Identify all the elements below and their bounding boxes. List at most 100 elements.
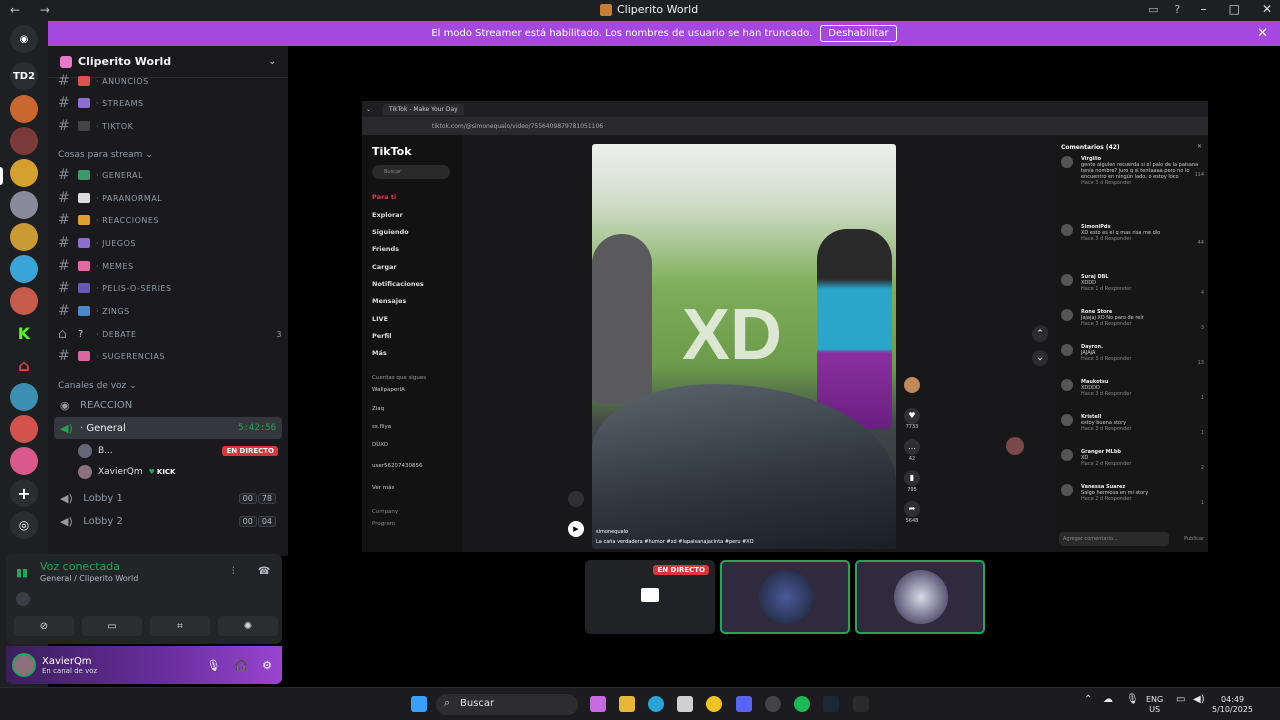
tiktok-nav-item[interactable]: Notificaciones [372,280,424,288]
minimize-button[interactable]: – [1201,2,1207,16]
noise-suppression-icon[interactable]: ⫶ [232,566,235,577]
app-icon[interactable] [765,696,781,712]
discord-icon[interactable] [736,696,752,712]
followed-account[interactable]: WallpaperIA [372,387,405,393]
steam-icon[interactable] [823,696,839,712]
clock[interactable]: 04:49 5/10/2025 [1212,695,1253,715]
chevron-down-icon[interactable]: ⌄ [1032,350,1048,366]
input-language[interactable]: ENG US [1146,695,1163,715]
copilot-icon[interactable] [590,696,606,712]
activity-icon[interactable] [16,592,30,606]
category-cosas-para-stream[interactable]: Cosas para stream ⌄ [58,150,153,160]
server-icon[interactable] [10,191,38,219]
browser-address-bar[interactable]: tiktok.com/@simonequalo/video/7556409879… [362,117,1208,135]
tiktok-video[interactable]: XD simonequalo La caña verdadera #humor … [592,144,896,549]
network-icon[interactable]: ▭ [1176,695,1185,705]
author-avatar[interactable] [904,377,920,393]
server-icon[interactable] [10,287,38,315]
comment-meta[interactable]: Hace 1 d Responder [1081,286,1206,292]
avatar[interactable] [1061,414,1073,426]
followed-account[interactable]: user56207430856 [372,463,423,469]
comment-meta[interactable]: Hace 2 d Responder [1081,496,1206,502]
disconnect-icon[interactable]: ☎ [258,566,270,577]
comment-meta[interactable]: Hace 3 d Responder [1081,236,1206,242]
voice-channel-general[interactable]: ◀) · General 5:42:56 [54,417,282,439]
play-icon[interactable]: ▶ [568,521,584,537]
tiktok-nav-item[interactable]: Explorar [372,211,403,219]
history-nav[interactable]: ← → [10,3,58,17]
comment-icon[interactable]: … [904,439,920,455]
stream-tile[interactable]: EN DIRECTO [585,560,715,634]
voice-channel-lobby-2[interactable]: ◀) Lobby 2 00 04 [54,510,282,532]
tiktok-logo[interactable]: TikTok [372,145,412,158]
participant-tile[interactable] [720,560,850,634]
comment-like-count[interactable]: 3 [1201,325,1204,331]
channel-tiktok[interactable]: # · TIKTOK [58,115,282,137]
comment-meta[interactable]: Hace 3 d Responder [1081,391,1206,397]
tiktok-nav-item[interactable]: Cargar [372,263,397,271]
channel-zings[interactable]: # · ZINGS [58,300,282,322]
tab-list-icon[interactable]: ⌄ [366,106,371,113]
channel-memes[interactable]: # · MEMES [58,255,282,277]
kick-server-icon[interactable]: K [10,319,38,347]
channel-paranormal[interactable]: # · PARANORMAL [58,187,282,209]
epic-games-icon[interactable] [853,696,869,712]
voice-channel-lobby-1[interactable]: ◀) Lobby 1 00 78 [54,487,282,509]
help-icon[interactable]: ? [1174,3,1180,16]
server-icon[interactable] [10,95,38,123]
server-icon[interactable] [10,255,38,283]
tiktok-nav-item[interactable]: Friends [372,245,399,253]
disable-streamer-mode-button[interactable]: Deshabilitar [820,25,897,42]
avatar[interactable] [1061,484,1073,496]
comment-meta[interactable]: Hace 3 d Responder [1081,356,1206,362]
avatar[interactable] [1061,449,1073,461]
channel-juegos[interactable]: # · JUEGOS [58,232,282,254]
inbox-icon[interactable]: ▭ [1148,3,1158,16]
avatar[interactable] [1061,379,1073,391]
channel-streams[interactable]: # · STREAMS [58,92,282,114]
server-icon[interactable] [10,127,38,155]
tiktok-nav-item[interactable]: Mensajes [372,297,406,305]
tiktok-nav-item[interactable]: Más [372,349,387,357]
server-cliperito-world[interactable] [10,159,38,187]
server-icon[interactable]: ⌂ [10,351,38,379]
followed-account[interactable]: DUXO [372,442,388,448]
voice-user[interactable]: B... EN DIRECTO [78,441,278,461]
server-td2[interactable]: TD2 [10,62,38,90]
participant-tile[interactable] [855,560,985,634]
taskbar-search[interactable]: Buscar [436,694,578,715]
comment-input[interactable]: Agregar comentario... [1059,532,1169,546]
post-button[interactable]: Publicar [1184,536,1204,542]
footer-link[interactable]: Company [372,509,398,515]
channel-anuncios[interactable]: # · ANUNCIOS [58,70,282,92]
channel-sugerencias[interactable]: # · SUGERENCIAS [58,345,282,367]
share-icon[interactable]: ➦ [904,501,920,517]
signal-icon[interactable]: ▮▮ [16,566,28,579]
comment-like-count[interactable]: 1 [1201,430,1204,436]
comment-like-count[interactable]: 114 [1194,172,1204,178]
comment-like-count[interactable]: 44 [1198,240,1204,246]
avatar[interactable] [1061,224,1073,236]
chevron-down-icon[interactable]: ⌄ [268,57,276,67]
headphones-icon[interactable]: 🎧 [234,659,248,672]
comment-meta[interactable]: Hace 3 d Responder [1081,321,1206,327]
server-icon[interactable] [10,415,38,443]
category-canales-de-voz[interactable]: Canales de voz ⌄ [58,381,137,391]
tiktok-nav-item[interactable]: LIVE [372,315,388,323]
comment-like-count[interactable]: 2 [1201,465,1204,471]
server-icon[interactable] [10,447,38,475]
channel-pelis-o-series[interactable]: # · PELIS-O-SERIES [58,277,282,299]
see-more-link[interactable]: Ver más [372,485,394,491]
channel-debate[interactable]: ⌂? · DEBATE 3 [58,323,282,345]
file-explorer-icon[interactable] [619,696,635,712]
followed-account[interactable]: Ziaq [372,406,384,412]
spotify-icon[interactable] [794,696,810,712]
floating-avatar[interactable] [1006,437,1024,455]
bookmark-icon[interactable]: ▮ [904,470,920,486]
footer-link[interactable]: Program [372,521,395,527]
chevron-up-icon[interactable]: ⌃ [1032,326,1048,342]
comment-like-count[interactable]: 1 [1201,395,1204,401]
comment-like-count[interactable]: 1 [1201,500,1204,506]
comment-meta[interactable]: Hace 2 d Responder [1081,461,1206,467]
voice-user[interactable]: XavierQm KICK [78,462,278,482]
